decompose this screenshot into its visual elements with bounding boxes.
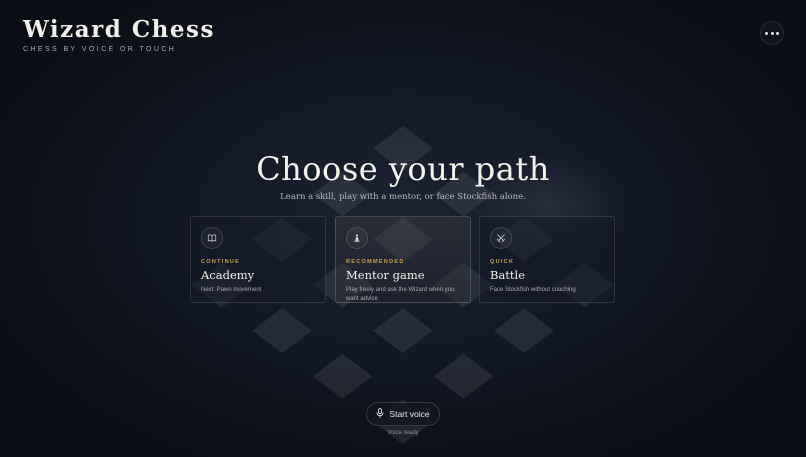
start-voice-button[interactable]: Start voice [366, 402, 440, 426]
card-eyebrow: CONTINUE [201, 259, 241, 265]
mentor-game-card[interactable]: RECOMMENDED Mentor game Play freely and … [335, 216, 471, 303]
card-title: Battle [490, 268, 526, 282]
card-title: Academy [201, 268, 255, 282]
brand: Wizard Chess CHESS BY VOICE OR TOUCH [23, 18, 215, 53]
pawn-icon [346, 227, 368, 249]
menu-button[interactable] [760, 21, 784, 45]
hero: Choose your path Learn a skill, play wit… [0, 150, 806, 202]
path-cards: CONTINUE Academy Next: Pawn movement REC… [190, 216, 616, 304]
start-voice-label: Start voice [389, 409, 430, 419]
app-title: Wizard Chess [23, 16, 215, 43]
page-subtitle: Learn a skill, play with a mentor, or fa… [280, 192, 526, 203]
voice-status: Voice ready [387, 430, 419, 436]
card-description: Face Stockfish without coaching [490, 287, 576, 293]
card-description: Next: Pawn movement [201, 287, 262, 293]
academy-card[interactable]: CONTINUE Academy Next: Pawn movement [190, 216, 326, 303]
card-eyebrow: RECOMMENDED [346, 259, 405, 265]
microphone-icon [376, 405, 384, 423]
card-eyebrow: QUICK [490, 259, 515, 265]
more-horizontal-icon [765, 31, 779, 35]
book-icon [201, 227, 223, 249]
card-title: Mentor game [346, 268, 425, 282]
app-tagline: CHESS BY VOICE OR TOUCH [23, 46, 177, 53]
card-description: Play freely and ask the Wizard when you … [346, 287, 455, 302]
page-title: Choose your path [256, 150, 550, 188]
battle-card[interactable]: QUICK Battle Face Stockfish without coac… [479, 216, 615, 303]
crossed-swords-icon [490, 227, 512, 249]
